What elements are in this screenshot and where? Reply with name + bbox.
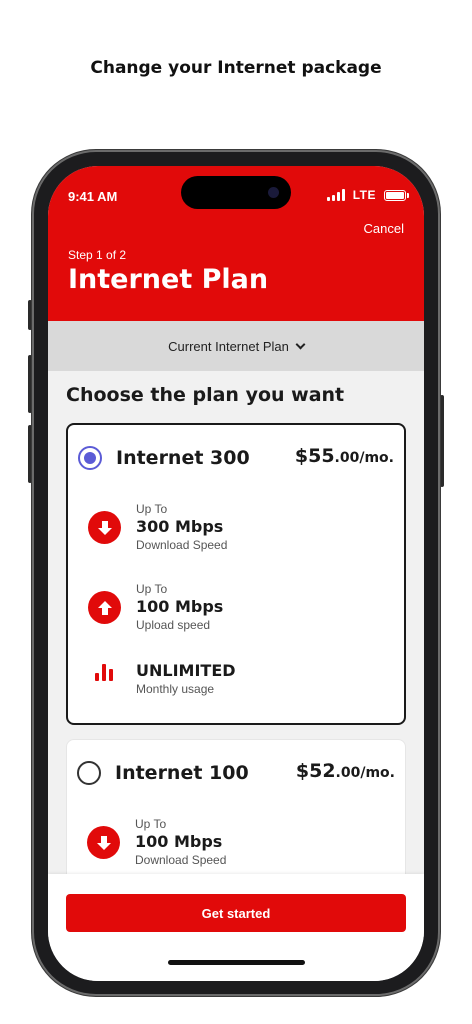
signal-icon xyxy=(326,189,345,201)
feature-value: 100 Mbps xyxy=(135,832,223,851)
feature-label: Upload speed xyxy=(136,618,211,632)
feature-prefix: Up To xyxy=(136,502,168,516)
feature-value: UNLIMITED xyxy=(136,661,236,680)
plan-name: Internet 300 xyxy=(116,447,250,469)
download-arrow-icon xyxy=(88,511,121,544)
cancel-button[interactable]: Cancel xyxy=(364,221,404,236)
plan-card-internet-300[interactable]: Internet 300 $55 .00/mo. Up To 300 Mbps … xyxy=(66,423,406,725)
feature-label: Download Speed xyxy=(135,853,227,867)
get-started-button[interactable]: Get started xyxy=(66,894,406,932)
plan-price: $52 .00/mo. xyxy=(296,760,395,782)
feature-download: Up To 100 Mbps Download Speed xyxy=(87,816,387,872)
step-indicator: Step 1 of 2 xyxy=(68,248,127,262)
plan-name: Internet 100 xyxy=(115,762,249,784)
app-header: 9:41 AM LTE Cancel Step 1 of 2 Internet … xyxy=(48,166,424,321)
upload-arrow-icon xyxy=(88,591,121,624)
plan-price: $55 .00/mo. xyxy=(295,445,394,467)
network-type: LTE xyxy=(352,188,376,202)
feature-download: Up To 300 Mbps Download Speed xyxy=(88,501,388,557)
feature-upload: Up To 100 Mbps Upload speed xyxy=(88,581,388,637)
download-arrow-icon xyxy=(87,826,120,859)
price-dollars: $55 xyxy=(294,445,335,467)
feature-value: 100 Mbps xyxy=(136,597,224,616)
home-indicator[interactable] xyxy=(168,960,305,965)
feature-value: 300 Mbps xyxy=(136,517,224,536)
feature-usage: UNLIMITED Monthly usage xyxy=(88,661,388,717)
dynamic-island xyxy=(181,176,291,209)
section-title: Choose the plan you want xyxy=(66,384,345,406)
price-cents: .00/mo. xyxy=(334,450,394,466)
feature-label: Monthly usage xyxy=(136,682,215,696)
bottom-action-bar: Get started xyxy=(48,874,424,981)
page-title: Internet Plan xyxy=(68,264,269,295)
chevron-down-icon xyxy=(295,339,306,349)
plan-radio-unselected[interactable] xyxy=(77,761,101,785)
feature-label: Download Speed xyxy=(136,538,228,552)
price-cents: .00/mo. xyxy=(335,765,395,781)
plan-radio-selected[interactable] xyxy=(78,446,102,470)
phone-screen: 9:41 AM LTE Cancel Step 1 of 2 Internet … xyxy=(48,166,424,981)
feature-prefix: Up To xyxy=(136,582,168,596)
camera-icon xyxy=(268,187,279,198)
current-plan-dropdown[interactable]: Current Internet Plan xyxy=(48,321,424,371)
price-dollars: $52 xyxy=(295,760,336,782)
phone-power-button xyxy=(440,395,444,487)
bar-chart-icon xyxy=(88,661,121,681)
status-indicators: LTE xyxy=(326,188,409,202)
feature-prefix: Up To xyxy=(135,817,167,831)
status-time: 9:41 AM xyxy=(68,189,118,204)
current-plan-label: Current Internet Plan xyxy=(168,338,289,354)
page-caption: Change your Internet package xyxy=(90,58,382,78)
battery-icon xyxy=(384,189,409,201)
